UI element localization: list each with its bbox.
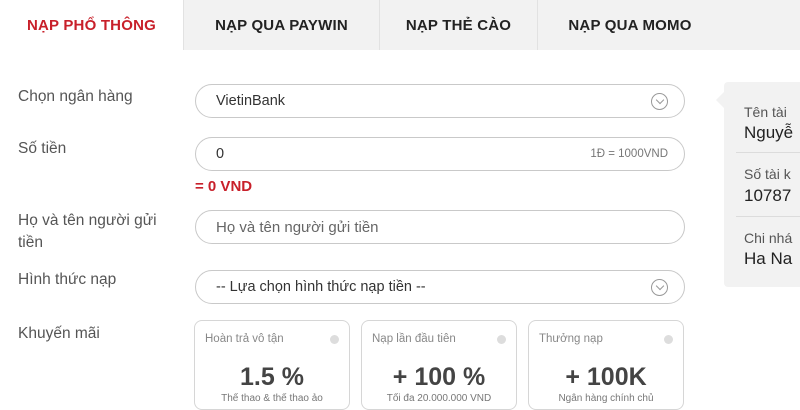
radio-icon [330,335,339,344]
promo-note: Ngân hàng chính chủ [558,393,654,404]
tab-nap-qua-paywin[interactable]: NẠP QUA PAYWIN [183,0,379,50]
promotion-label: Khuyến mãi [18,325,100,342]
amount-label: Số tiền [18,140,67,157]
account-number-value: 10787 [744,186,792,205]
promo-card-cashback[interactable]: Hoàn trả vô tận 1.5 % Thể thao & thể tha… [194,320,350,410]
sender-name-placeholder: Họ và tên người gửi tiền [216,218,379,236]
amount-rate-hint: 1Đ = 1000VND [590,148,668,160]
divider [736,152,800,153]
tab-nap-the-cao[interactable]: NẠP THẺ CÀO [379,0,537,50]
sender-name-label: Họ và tên người gửi tiền [18,212,157,251]
bank-select[interactable]: VietinBank [195,84,685,118]
bank-label: Chọn ngân hàng [18,88,133,105]
amount-input[interactable]: 0 1Đ = 1000VND [195,137,685,171]
promo-title: Thưởng nạp [539,333,603,345]
method-label: Hình thức nạp [18,271,117,288]
account-number-label: Số tài k [744,166,791,182]
divider [736,216,800,217]
promo-card-first-deposit[interactable]: Nạp lần đầu tiên + 100 % Tối đa 20.000.0… [361,320,517,410]
bank-select-value: VietinBank [216,93,286,109]
amount-converted: = 0 VND [195,178,253,195]
chevron-down-icon [651,92,668,110]
chevron-down-icon [651,278,668,296]
deposit-tab-bar: NẠP PHỔ THÔNG NẠP QUA PAYWIN NẠP THẺ CÀO… [0,0,800,50]
account-info-panel: Tên tài Nguyễ Số tài k 10787 Chi nhá Ha … [716,82,800,287]
promo-note: Thể thao & thể thao ảo [221,393,323,404]
branch-label: Chi nhá [744,230,793,246]
promo-title: Nạp lần đầu tiên [372,333,456,345]
tab-nap-pho-thong[interactable]: NẠP PHỔ THÔNG [0,0,183,50]
promo-value: + 100 % [392,363,486,391]
method-select[interactable]: -- Lựa chọn hình thức nạp tiền -- [195,270,685,304]
radio-icon [497,335,506,344]
promo-value: + 100K [565,363,647,391]
promo-title: Hoàn trả vô tận [205,333,284,345]
promo-note: Tối đa 20.000.000 VND [386,393,492,404]
branch-value: Ha Na [744,249,793,268]
tab-nap-qua-momo[interactable]: NẠP QUA MOMO [537,0,722,50]
promo-value: 1.5 % [240,363,304,391]
method-select-value: -- Lựa chọn hình thức nạp tiền -- [216,279,426,295]
account-name-label: Tên tài [744,104,787,120]
promo-card-deposit-bonus[interactable]: Thưởng nạp + 100K Ngân hàng chính chủ [528,320,684,410]
radio-icon [664,335,673,344]
amount-input-value: 0 [216,146,225,162]
account-name-value: Nguyễ [744,123,794,142]
sender-name-input[interactable]: Họ và tên người gửi tiền [195,210,685,244]
